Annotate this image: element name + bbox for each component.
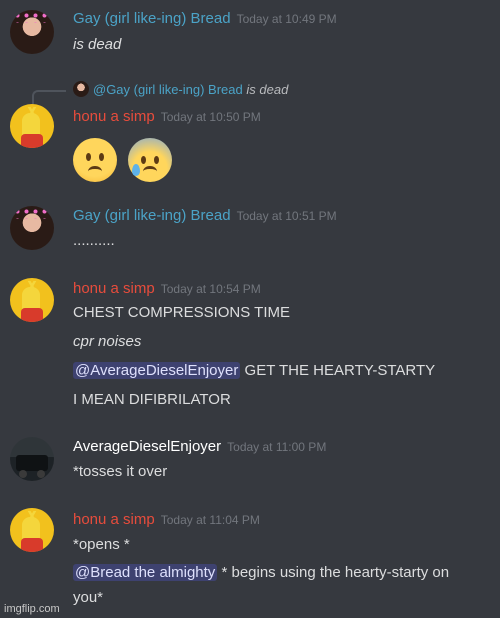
reply-mention[interactable]: @Gay (girl like-ing) Bread (93, 82, 243, 97)
mention-line-text: * begins using the hearty-starty on (221, 564, 450, 581)
author-name[interactable]: Gay (girl like-ing) Bread Today at 10:51 … (73, 207, 337, 224)
avatar[interactable] (10, 10, 54, 54)
message-text: *tosses it over (73, 463, 168, 480)
avatar[interactable] (10, 508, 54, 552)
user-mention[interactable]: @AverageDieselEnjoyer (73, 362, 241, 379)
avatar[interactable] (10, 437, 54, 481)
reply-connector (32, 90, 66, 106)
message-text: cpr noises (73, 333, 142, 350)
timestamp: Today at 11:04 PM (160, 513, 260, 527)
watermark: imgflip.com (4, 603, 60, 615)
message-text: CHEST COMPRESSIONS TIME (73, 304, 290, 321)
avatar[interactable] (10, 206, 54, 250)
author-name[interactable]: AverageDieselEnjoyer Today at 11:00 PM (73, 438, 326, 455)
timestamp: Today at 10:54 PM (160, 282, 261, 296)
avatar[interactable] (10, 104, 54, 148)
sweat-drop-icon (132, 164, 140, 176)
author-name[interactable]: honu a simp Today at 10:54 PM (73, 280, 261, 297)
message-text: is dead (73, 36, 122, 53)
anxious-face-with-sweat-emoji[interactable] (128, 138, 172, 182)
user-mention[interactable]: @Bread the almighty (73, 564, 218, 581)
mention-line-text: GET THE HEARTY-STARTY (244, 362, 436, 379)
worried-face-emoji[interactable] (73, 138, 117, 182)
reply-avatar (73, 81, 89, 97)
reply-text: is dead (246, 82, 289, 97)
message-text: @AverageDieselEnjoyer GET THE HEARTY-STA… (73, 362, 435, 379)
author-name[interactable]: Gay (girl like-ing) Bread Today at 10:49 … (73, 10, 337, 27)
message-text: @Bread the almighty * begins using the h… (73, 564, 449, 581)
message-text: I MEAN DIFIBRILATOR (73, 391, 231, 408)
timestamp: Today at 10:51 PM (236, 209, 337, 223)
timestamp: Today at 10:50 PM (160, 110, 261, 124)
timestamp: Today at 10:49 PM (236, 12, 337, 26)
author-name[interactable]: honu a simp Today at 11:04 PM (73, 511, 260, 528)
message-text: .......... (73, 232, 115, 249)
message-text: *opens * (73, 536, 130, 553)
reply-preview[interactable]: @Gay (girl like-ing) Bread is dead (73, 81, 288, 97)
author-name[interactable]: honu a simp Today at 10:50 PM (73, 108, 261, 125)
avatar[interactable] (10, 278, 54, 322)
message-text: you* (73, 589, 104, 606)
timestamp: Today at 11:00 PM (227, 440, 327, 454)
